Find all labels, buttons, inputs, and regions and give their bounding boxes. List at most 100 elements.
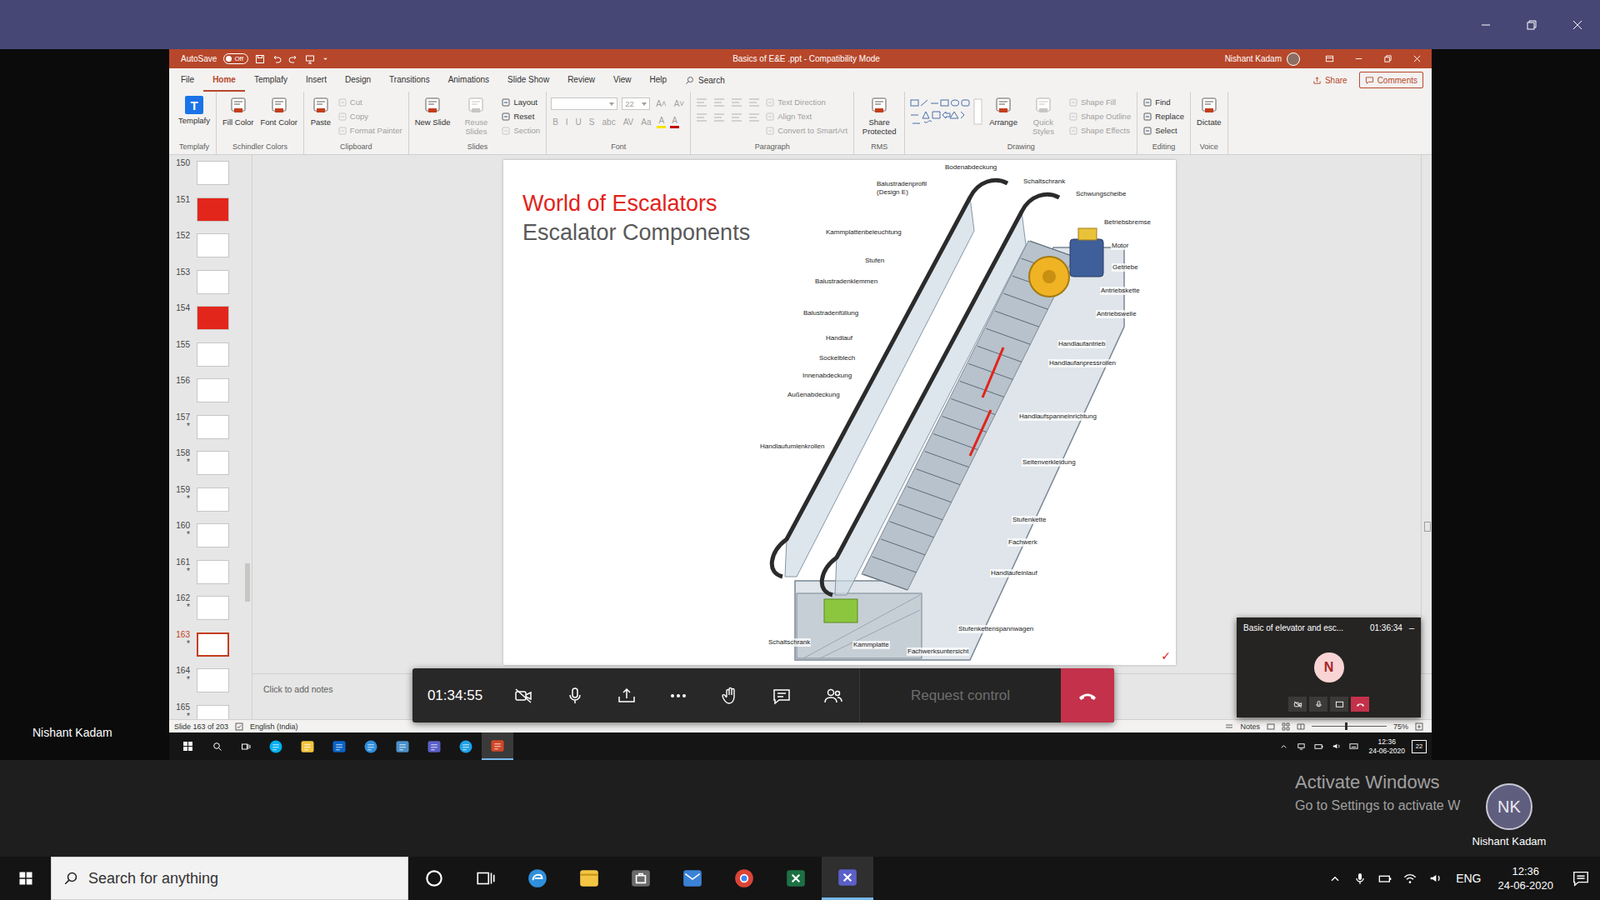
ribbon-large-button[interactable]: Share Protected <box>858 94 900 138</box>
format-button[interactable]: A˅ <box>672 98 687 110</box>
paragraph-format-icon[interactable] <box>712 97 726 108</box>
redo-icon[interactable] <box>288 54 299 65</box>
slide-thumbnail[interactable] <box>196 487 230 512</box>
paragraph-format-icon[interactable] <box>747 112 761 123</box>
format-button[interactable]: AV <box>621 116 636 128</box>
ribbon-large-button[interactable]: TTemplafy <box>176 94 212 127</box>
paragraph-format-icon[interactable] <box>730 112 744 123</box>
network-icon[interactable] <box>1292 741 1310 751</box>
share-screen-button[interactable] <box>1330 696 1349 712</box>
minimize-button[interactable]: – <box>1409 622 1415 633</box>
search-box[interactable]: Search <box>675 68 735 92</box>
ribbon-small-button[interactable]: Shape Effects <box>1067 124 1133 137</box>
slide-thumbnail[interactable] <box>196 342 230 367</box>
ribbon-small-button[interactable]: Replace <box>1141 110 1186 123</box>
format-button[interactable]: A˄ <box>654 98 669 110</box>
thumbnail-row[interactable]: 162* <box>169 593 244 630</box>
present-icon[interactable] <box>305 54 315 65</box>
ribbon-tab[interactable]: Review <box>558 68 605 92</box>
sorter-view-icon[interactable] <box>1281 722 1290 731</box>
ribbon-small-button[interactable]: Layout <box>500 95 542 109</box>
notification-center[interactable]: 22 <box>1411 740 1427 754</box>
close-button[interactable] <box>1554 0 1600 50</box>
taskbar-app[interactable] <box>821 856 874 900</box>
slide-thumbnail[interactable] <box>196 270 230 295</box>
slide-thumbnail[interactable] <box>196 595 230 620</box>
camera-button[interactable] <box>497 668 550 723</box>
taskbar-app[interactable] <box>450 732 482 760</box>
microphone-button[interactable] <box>549 668 601 723</box>
battery-icon[interactable] <box>1310 741 1328 751</box>
taskbar-app[interactable] <box>615 856 667 900</box>
ribbon-large-button[interactable]: Dictate <box>1195 94 1224 129</box>
customize-caret-icon[interactable] <box>321 55 330 63</box>
participants-button[interactable] <box>807 668 860 723</box>
taskbar-app[interactable] <box>355 732 387 760</box>
ribbon-large-button[interactable]: Quick Styles <box>1022 94 1065 138</box>
ribbon-tab[interactable]: File <box>171 68 204 92</box>
volume-icon[interactable] <box>1422 871 1448 885</box>
thumbnail-row[interactable]: 159* <box>169 485 244 522</box>
paragraph-format-icon[interactable] <box>695 112 709 123</box>
save-icon[interactable] <box>255 54 265 65</box>
thumbnail-row[interactable]: 151 <box>169 195 244 232</box>
clock[interactable]: 12:3624-06-2020 <box>1490 856 1563 900</box>
thumbnail-scrollbar[interactable] <box>243 155 252 720</box>
hang-up-button[interactable] <box>1060 668 1115 723</box>
thumbnail-row[interactable]: 152 <box>169 230 244 268</box>
user-avatar[interactable] <box>1286 52 1300 66</box>
start-button[interactable] <box>0 856 51 900</box>
restore-icon[interactable] <box>1373 54 1403 64</box>
font-size-field[interactable]: 22 <box>621 97 650 110</box>
thumbnail-row[interactable]: 156 <box>169 375 244 413</box>
autosave-toggle[interactable]: Off <box>223 53 249 65</box>
slide-thumbnail[interactable] <box>196 378 230 403</box>
slide-thumbnail[interactable] <box>196 305 230 330</box>
undo-icon[interactable] <box>271 54 282 65</box>
ribbon-small-button[interactable]: Shape Outline <box>1067 110 1133 123</box>
windows-start-icon[interactable] <box>177 740 204 752</box>
comments-button[interactable]: Comments <box>1359 71 1424 89</box>
wifi-icon[interactable] <box>1397 871 1423 885</box>
ribbon-tab[interactable]: View <box>604 68 641 92</box>
volume-icon[interactable] <box>1327 741 1345 751</box>
self-view[interactable]: NKNishant Kadam <box>1471 783 1547 848</box>
maximize-button[interactable] <box>1508 0 1555 50</box>
scroll-thumb[interactable] <box>245 563 250 602</box>
battery-icon[interactable] <box>1372 871 1398 885</box>
slide-thumbnail[interactable] <box>196 233 230 258</box>
taskbar-app[interactable] <box>323 732 355 760</box>
microphone-button[interactable] <box>1309 696 1328 712</box>
camera-button[interactable] <box>1288 696 1307 712</box>
ribbon-tab[interactable]: Templafy <box>245 68 297 92</box>
thumbnail-row[interactable]: 150 <box>169 158 244 195</box>
taskbar-app[interactable] <box>511 856 564 900</box>
ribbon-large-button[interactable]: Arrange <box>987 94 1020 129</box>
format-button[interactable]: abc <box>600 116 618 128</box>
clock[interactable]: 12:3624-06-2020 <box>1362 737 1412 756</box>
spellcheck-icon[interactable] <box>235 722 244 731</box>
zoom-level[interactable]: 75% <box>1393 722 1409 731</box>
taskbar-app[interactable] <box>291 732 324 760</box>
ribbon-tab[interactable]: Help <box>640 68 676 92</box>
ribbon-tab[interactable]: Insert <box>296 68 336 92</box>
thumbnail-row[interactable]: 157* <box>169 412 244 450</box>
hang-up-button[interactable] <box>1350 696 1370 712</box>
taskbar-app[interactable] <box>666 856 719 900</box>
format-button[interactable]: A <box>656 115 666 129</box>
minimize-button[interactable] <box>1462 0 1509 50</box>
call-mini-window[interactable]: Basic of elevator and esc...01:36:34–N <box>1236 617 1421 718</box>
thumbnail-row[interactable]: 161* <box>169 557 244 595</box>
share-screen-button[interactable] <box>600 668 653 723</box>
share-button[interactable]: Share <box>1307 71 1353 89</box>
thumbnail-row[interactable]: 153 <box>169 267 244 305</box>
format-button[interactable]: Aa <box>639 116 653 128</box>
ribbon-tab[interactable]: Transitions <box>380 68 440 92</box>
slide-thumbnail[interactable] <box>196 450 230 475</box>
ribbon-large-button[interactable]: Reuse Slides <box>455 94 497 138</box>
language[interactable]: English (India) <box>250 722 299 731</box>
ribbon-tab[interactable]: Animations <box>439 68 499 92</box>
normal-view-icon[interactable] <box>1266 722 1275 731</box>
format-button[interactable]: S <box>587 116 597 128</box>
zoom-slider[interactable] <box>1311 725 1387 727</box>
